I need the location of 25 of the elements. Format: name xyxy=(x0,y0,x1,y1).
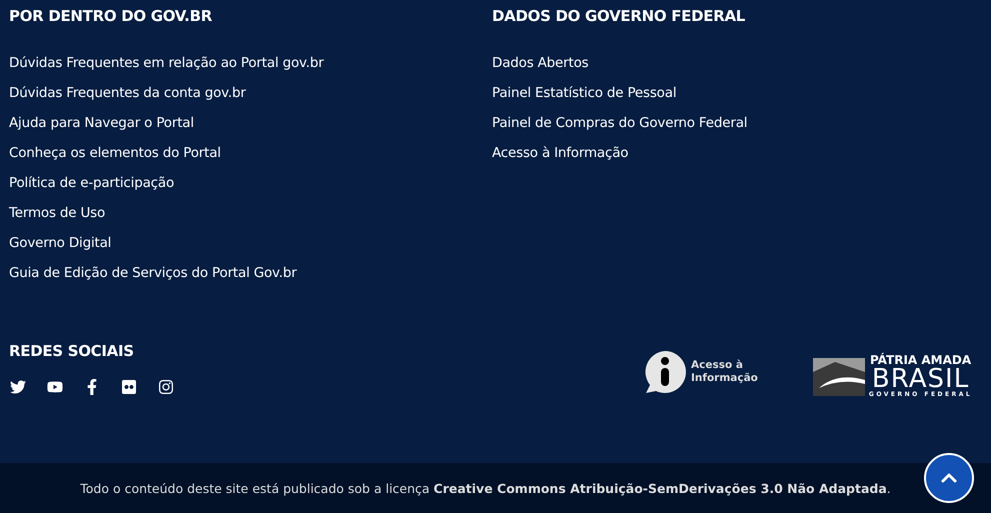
footer-link[interactable]: Política de e-participação xyxy=(9,173,492,203)
section-heading: REDES SOCIAIS xyxy=(9,342,135,362)
footer-link[interactable]: Dúvidas Frequentes em relação ao Portal gov.br xyxy=(9,53,492,83)
twitter-icon[interactable] xyxy=(9,378,26,395)
footer-link[interactable]: Ajuda para Navegar o Portal xyxy=(9,113,492,143)
footer-link[interactable]: Termos de Uso xyxy=(9,203,492,233)
footer-link[interactable]: Dados Abertos xyxy=(492,53,975,83)
logo-text: Informação xyxy=(691,372,758,385)
section-heading: POR DENTRO DO GOV.BR xyxy=(9,7,213,27)
footer-link[interactable]: Governo Digital xyxy=(9,233,492,263)
logo-text: PÁTRIA AMADA xyxy=(870,354,972,367)
footer-link[interactable]: Guia de Edição de Serviços do Portal Gov.br xyxy=(9,263,492,293)
logo-text: BRASIL xyxy=(872,367,970,391)
footer-link[interactable]: Dúvidas Frequentes da conta gov.br xyxy=(9,83,492,113)
roof-emblem-icon xyxy=(812,358,865,396)
footer-link[interactable]: Painel Estatístico de Pessoal xyxy=(492,83,975,113)
info-speech-bubble-icon xyxy=(643,350,687,394)
logo-text: Acesso à xyxy=(691,359,744,372)
footer-link[interactable]: Conheça os elementos do Portal xyxy=(9,143,492,173)
instagram-icon[interactable] xyxy=(157,378,174,395)
section-heading: DADOS DO GOVERNO FEDERAL xyxy=(492,7,746,27)
footer-link[interactable]: Painel de Compras do Governo Federal xyxy=(492,113,975,143)
license-text: Todo o conteúdo deste site está publicado sob a licença Creative Commons Atribuição-SemDerivações 3.0 Não Adaptada. xyxy=(80,480,891,496)
footer-link[interactable]: Acesso à Informação xyxy=(492,143,975,173)
flickr-icon[interactable] xyxy=(120,378,137,395)
